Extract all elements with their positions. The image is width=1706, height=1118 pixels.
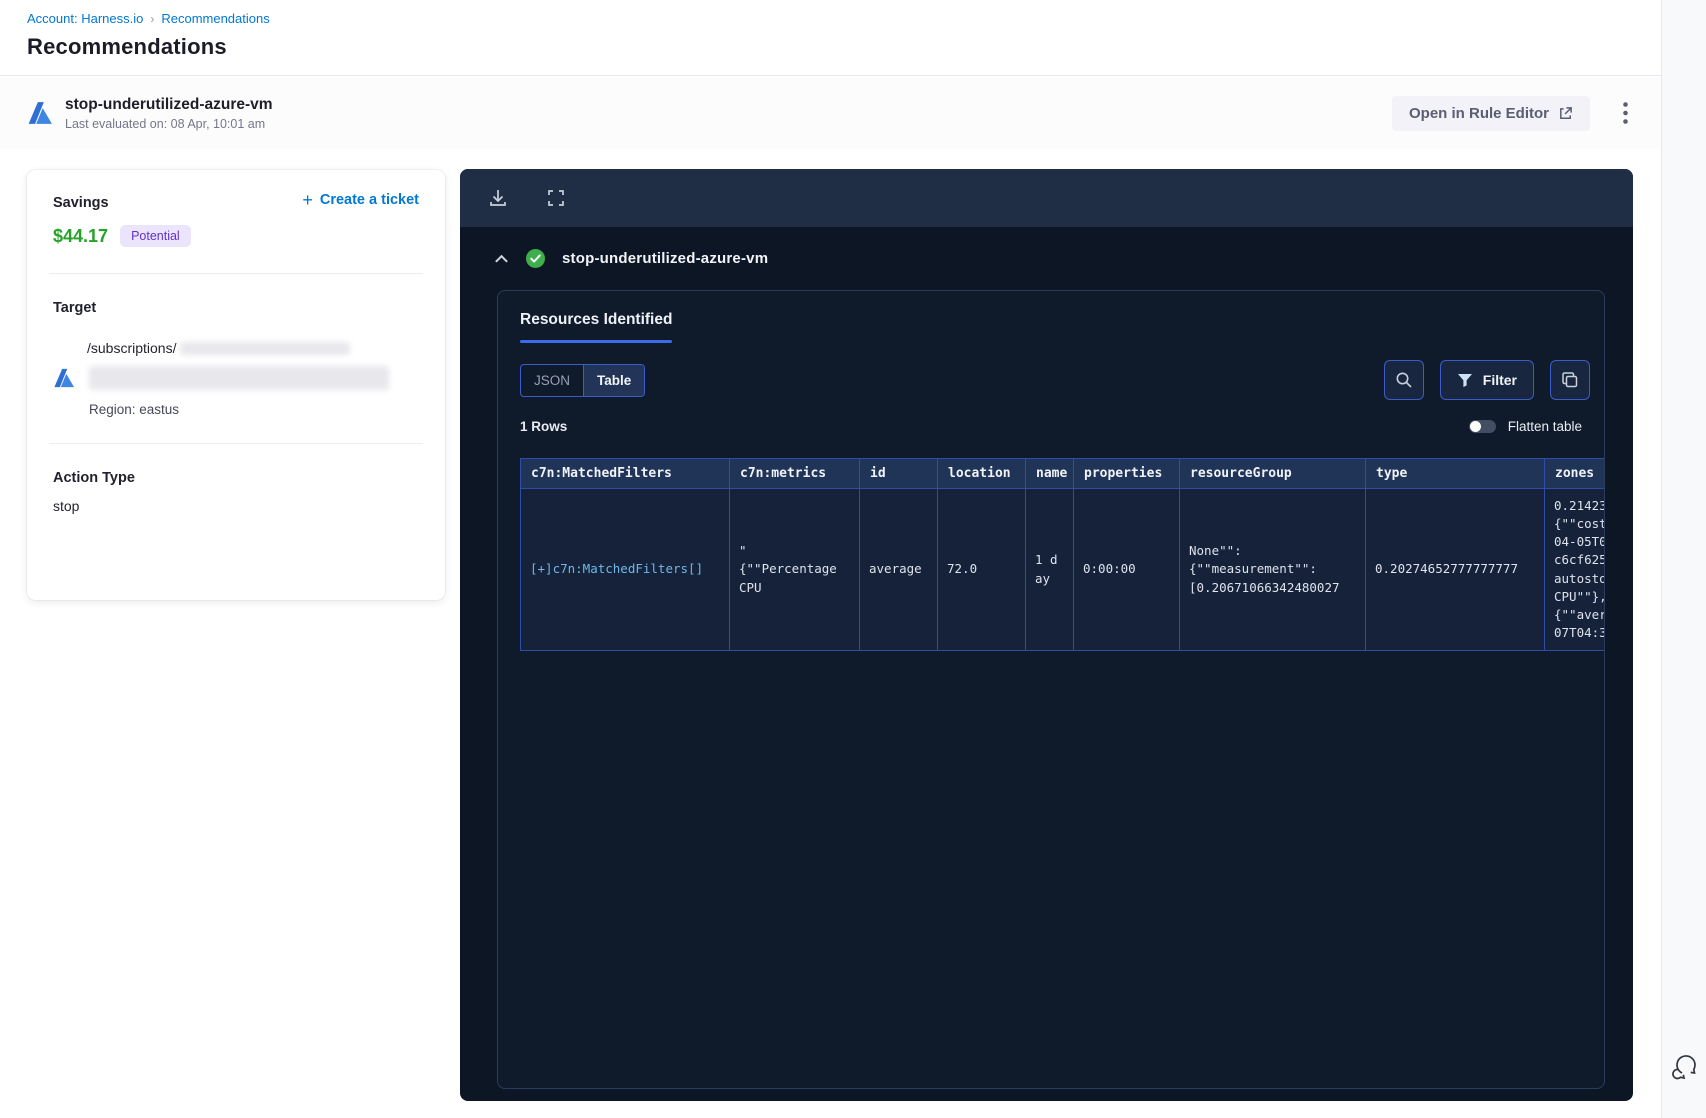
tab-label: Resources Identified [520,311,673,328]
col-header-matched-filters: c7n:MatchedFilters [520,458,730,489]
cell-resource-group: None"": {""measurement"": [0.20671066342… [1179,488,1366,651]
cell-properties: 0:00:00 [1073,488,1180,651]
col-header-zones: zones [1544,458,1604,489]
recommendation-header: stop-underutilized-azure-vm Last evaluat… [0,77,1661,149]
col-header-name: name [1025,458,1074,489]
breadcrumb-recommendations-link[interactable]: Recommendations [161,11,269,26]
cell-type: 0.20274652777777777 [1365,488,1545,651]
view-table-option[interactable]: Table [583,364,645,396]
savings-card: Savings + Create a ticket $44.17 Potenti… [27,170,445,600]
create-ticket-button[interactable]: + Create a ticket [302,190,419,210]
cell-metrics: " {""Percentage CPU [729,488,860,651]
savings-amount: $44.17 [53,225,109,246]
redacted-subscription-id [180,341,351,355]
cell-matched-filters-expand[interactable]: [+]c7n:MatchedFilters[] [520,488,730,651]
savings-label: Savings [53,195,109,211]
view-json-option[interactable]: JSON [521,365,583,396]
filter-label: Filter [1482,372,1517,388]
download-icon[interactable] [488,188,508,208]
success-check-icon [526,249,545,268]
target-path: /subscriptions/ [87,340,177,356]
toggle-knob [1469,421,1481,432]
flatten-table-toggle[interactable] [1468,420,1496,433]
action-type-label: Action Type [53,470,135,486]
help-chat-icon[interactable] [1672,1052,1702,1082]
col-header-location: location [937,458,1026,489]
action-type-value: stop [53,498,80,514]
search-icon [1396,372,1412,388]
search-button[interactable] [1383,360,1424,400]
panel-toolbar [460,169,1633,227]
last-evaluated-text: Last evaluated on: 08 Apr, 10:01 am [65,116,266,131]
col-header-id: id [859,458,938,489]
flatten-table-label: Flatten table [1507,419,1582,434]
col-header-properties: properties [1073,458,1180,489]
view-mode-toggle: JSON Table [520,363,646,397]
copy-button[interactable] [1550,360,1590,400]
table-row: [+]c7n:MatchedFilters[] " {""Percentage … [520,488,1604,651]
open-rule-editor-label: Open in Rule Editor [1408,104,1549,122]
potential-badge: Potential [120,225,191,247]
target-label: Target [53,300,97,316]
divider [49,443,423,444]
cell-location: 72.0 [937,488,1026,651]
results-table-wrapper: c7n:MatchedFilters c7n:metrics id locati… [520,458,1604,651]
more-options-menu[interactable] [1616,101,1634,125]
breadcrumb-separator: › [150,11,155,26]
col-header-resource-group: resourceGroup [1179,458,1366,489]
right-gutter [1661,0,1706,1118]
col-header-metrics: c7n:metrics [729,458,860,489]
cell-name: 1 day [1025,488,1074,651]
azure-icon [28,102,52,124]
cell-zones: 0.21423 {""cost 04-05T0 c6cf625 autosto … [1544,488,1604,651]
region-text: Region: eastus [89,402,180,417]
open-rule-editor-button[interactable]: Open in Rule Editor [1391,95,1590,131]
divider [49,273,423,274]
panel-rule-title: stop-underutilized-azure-vm [562,250,769,267]
evaluation-result-panel: stop-underutilized-azure-vm Resources Id… [460,169,1633,1101]
filter-button[interactable]: Filter [1439,360,1534,400]
cell-id: average [859,488,938,651]
results-table: c7n:MatchedFilters c7n:metrics id locati… [520,458,1604,651]
azure-icon [54,368,75,388]
resources-identified-container: Resources Identified JSON Table Filter 1… [497,290,1605,1089]
breadcrumb-account-link[interactable]: Account: Harness.io [27,11,143,26]
collapse-chevron-icon[interactable] [494,254,509,264]
create-ticket-label: Create a ticket [319,192,419,208]
recommendation-title: stop-underutilized-azure-vm [65,95,273,113]
rows-count: 1 Rows [520,419,568,434]
redacted-resource-link [89,366,389,390]
filter-funnel-icon [1457,373,1472,387]
active-tab-underline [520,340,673,343]
page-title: Recommendations [27,34,227,59]
col-header-type: type [1365,458,1545,489]
plus-icon: + [302,190,313,210]
table-header-row: c7n:MatchedFilters c7n:metrics id locati… [520,458,1604,489]
breadcrumb: Account: Harness.io › Recommendations [27,11,1661,26]
fullscreen-icon[interactable] [546,188,566,208]
external-link-icon [1560,106,1572,119]
top-bar: Account: Harness.io › Recommendations Re… [0,0,1661,76]
tab-resources-identified[interactable]: Resources Identified [520,311,673,343]
copy-icon [1562,372,1578,388]
